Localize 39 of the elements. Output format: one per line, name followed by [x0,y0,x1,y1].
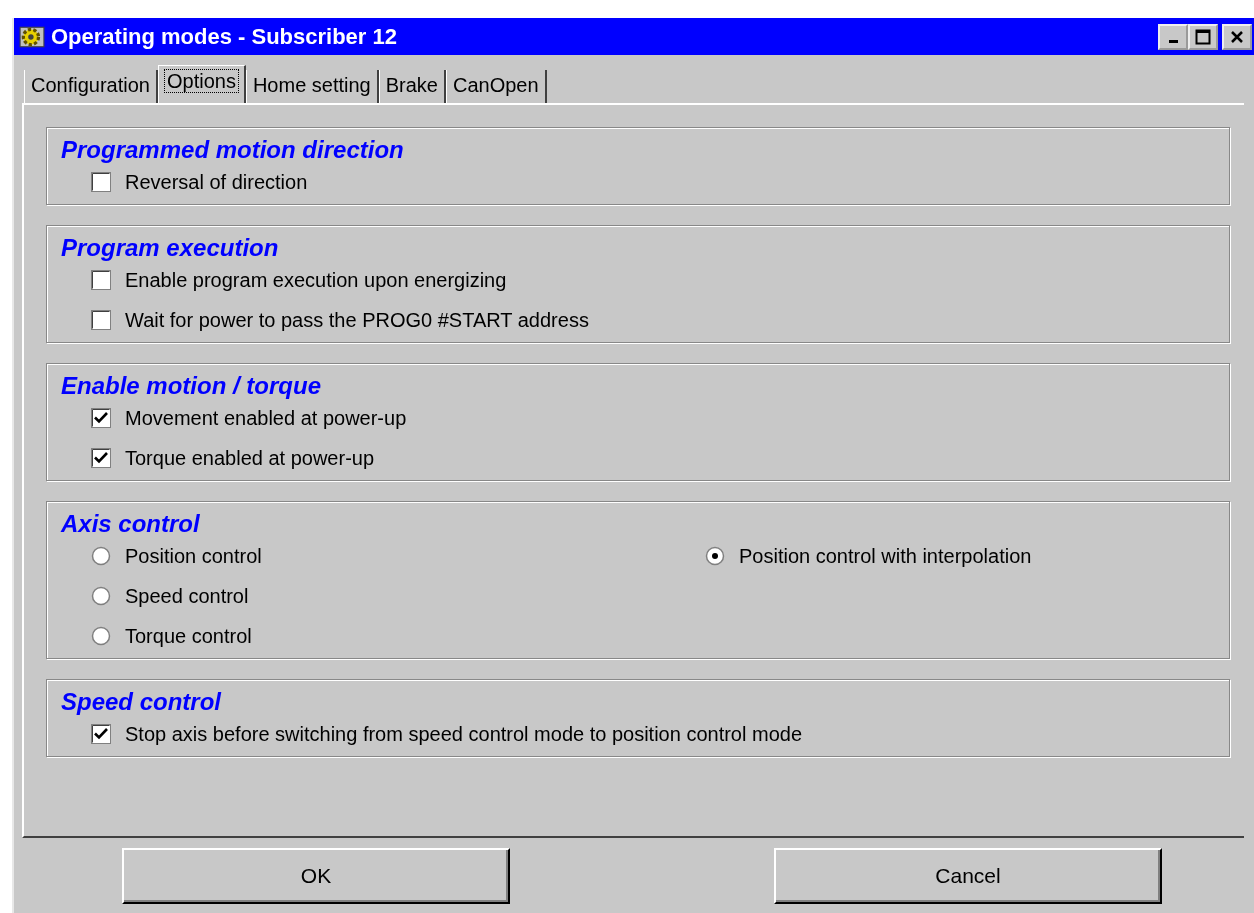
option-label: Wait for power to pass the PROG0 #START address [125,308,589,332]
group-title: Speed control [61,688,223,716]
tab[interactable]: Brake [378,70,446,103]
checkbox[interactable] [91,408,111,428]
option-label: Torque control [125,624,252,648]
checkbox[interactable] [91,724,111,744]
group-title: Programmed motion direction [61,136,405,164]
radio-button[interactable] [91,586,111,606]
option-label: Enable program execution upon energizing [125,268,507,292]
close-icon [1230,29,1244,44]
group-title: Enable motion / torque [61,372,322,400]
close-button[interactable] [1222,23,1252,50]
group-title: Axis control [61,510,201,538]
option-label: Position control [125,544,262,568]
option-label: Stop axis before switching from speed control mode to position control mode [125,722,803,746]
checkbox[interactable] [91,270,111,290]
option-label: Position control with interpolation [739,544,1032,568]
radio-button[interactable] [91,546,111,566]
cancel-button[interactable]: Cancel [774,848,1162,904]
minimize-button[interactable] [1158,23,1188,50]
minimize-icon [1168,40,1178,43]
tab[interactable]: Options [157,65,246,103]
option-label: Reversal of direction [125,170,308,194]
option-label: Movement enabled at power-up [125,406,407,430]
checkbox[interactable] [91,172,111,192]
window-title: Operating modes - Subscriber 12 [51,23,398,50]
maximize-button[interactable] [1188,23,1218,50]
tab[interactable]: Home setting [245,70,379,103]
group-title: Program execution [61,234,280,262]
maximize-icon [1195,28,1211,45]
checkbox[interactable] [91,448,111,468]
option-label: Speed control [125,584,249,608]
tab[interactable]: CanOpen [446,70,547,103]
ok-button[interactable]: OK [122,848,510,904]
tab[interactable]: Configuration [24,70,158,103]
option-label: Torque enabled at power-up [125,446,375,470]
checkbox[interactable] [91,310,111,330]
radio-button[interactable] [705,546,725,566]
radio-button[interactable] [91,626,111,646]
